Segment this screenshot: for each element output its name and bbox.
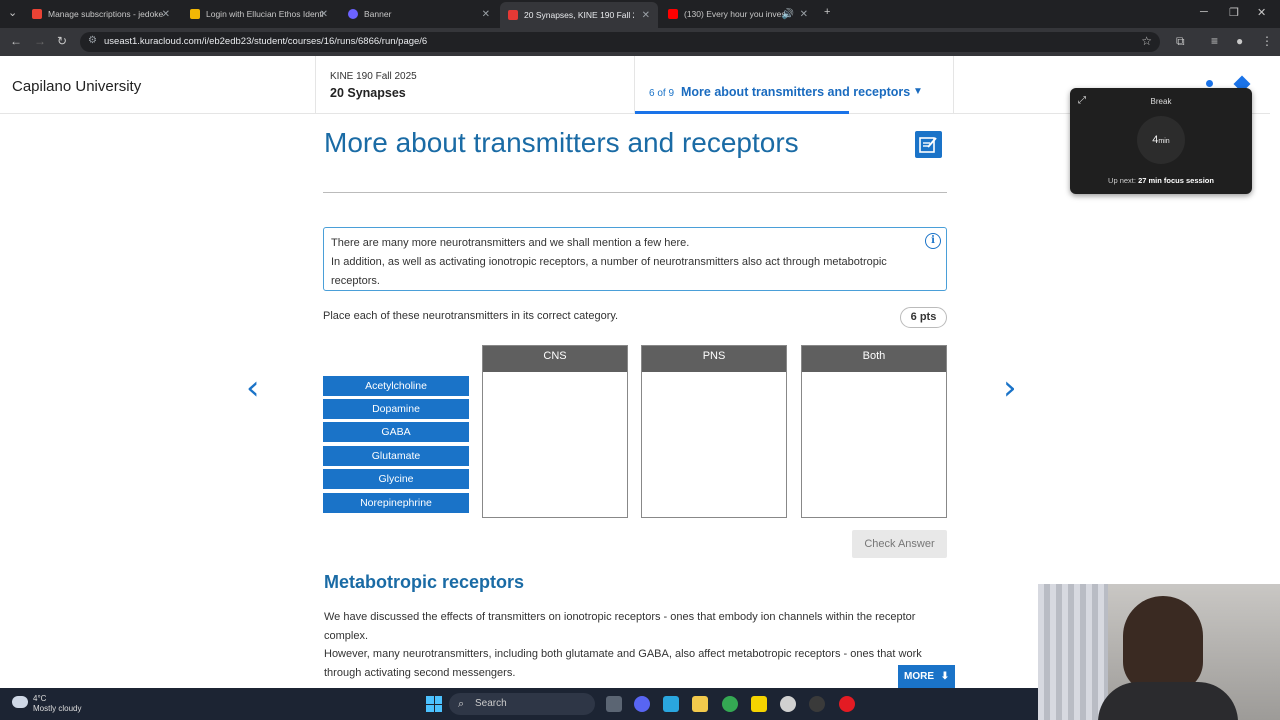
section-title: Metabotropic receptors <box>324 572 525 592</box>
speaker-icon[interactable]: 🔊 <box>782 9 794 20</box>
background-curtain <box>1038 584 1108 720</box>
window-close-icon[interactable]: ✕ <box>1257 6 1266 19</box>
reading-list-icon[interactable]: ≡ <box>1211 34 1218 48</box>
page-selector[interactable]: 6 of 9 More about transmitters and recep… <box>634 56 954 114</box>
close-icon[interactable]: ✕ <box>320 9 328 20</box>
topic-name[interactable]: 20 Synapses <box>330 86 406 100</box>
category-header: CNS <box>483 346 627 372</box>
draggable-item[interactable]: Dopamine <box>323 399 469 419</box>
app-icon[interactable] <box>809 696 825 712</box>
timer-value: 4min <box>1152 134 1170 146</box>
user-icon[interactable] <box>1206 80 1213 87</box>
tab-synapses[interactable]: 20 Synapses, KINE 190 Fall 2025 ✕ <box>500 2 658 28</box>
category-header: PNS <box>642 346 786 372</box>
notes-button[interactable] <box>915 131 942 158</box>
page-count: 6 of 9 <box>649 88 675 99</box>
info-line: In addition, as well as activating ionot… <box>331 256 887 287</box>
category-dropzone-pns[interactable]: PNS <box>641 345 787 518</box>
discord-icon[interactable] <box>634 696 650 712</box>
info-icon[interactable]: i <box>925 233 941 249</box>
taskbar: 4°C Mostly cloudy ⌕ Search <box>0 688 1038 720</box>
copilot-icon[interactable] <box>663 696 679 712</box>
arrow-down-icon: ⬇ <box>940 671 950 682</box>
close-icon[interactable]: ✕ <box>482 9 490 20</box>
clock-icon[interactable] <box>780 696 796 712</box>
browser-tab-bar: ⌄ Manage subscriptions - jedoke ✕ Login … <box>0 0 1280 28</box>
bookmark-star-icon[interactable]: ☆ <box>1141 34 1152 48</box>
site-info-icon[interactable]: ⚙ <box>88 35 97 46</box>
up-next-label: Up next: 27 min focus session <box>1108 176 1214 185</box>
weather-widget[interactable]: 4°C Mostly cloudy <box>12 694 81 714</box>
close-icon[interactable]: ✕ <box>642 10 650 21</box>
gmail-icon <box>32 9 42 19</box>
previous-page-icon[interactable]: ‹ <box>246 368 260 408</box>
taskbar-search[interactable]: ⌕ Search <box>449 693 595 715</box>
next-page-icon[interactable]: › <box>1003 368 1017 408</box>
university-name[interactable]: Capilano University <box>12 78 141 95</box>
caret-down-icon: ▼ <box>913 86 923 97</box>
draggable-item[interactable]: Acetylcholine <box>323 376 469 396</box>
category-dropzone-both[interactable]: Both <box>801 345 947 518</box>
kuracloud-icon <box>508 10 518 20</box>
minimize-icon[interactable]: ─ <box>1200 6 1208 18</box>
tab-youtube[interactable]: (130) Every hour you invest 🔊 ✕ <box>660 4 816 24</box>
notes-icon <box>919 137 937 153</box>
draggable-item[interactable]: Norepinephrine <box>323 493 469 513</box>
page-title: More about transmitters and receptors <box>324 127 799 158</box>
search-icon: ⌕ <box>458 698 465 710</box>
person-body <box>1098 682 1238 720</box>
tab-list-icon[interactable]: ⌄ <box>8 6 17 19</box>
divider <box>315 56 316 114</box>
draggable-item[interactable]: GABA <box>323 422 469 442</box>
ellucian-icon <box>190 9 200 19</box>
menu-icon[interactable]: ⋮ <box>1261 34 1273 48</box>
close-icon[interactable]: ✕ <box>800 9 808 20</box>
course-name: KINE 190 Fall 2025 <box>330 71 417 82</box>
restore-icon[interactable]: ❐ <box>1229 6 1239 19</box>
task-view-icon[interactable] <box>606 696 622 712</box>
extensions-icon[interactable]: ⧉ <box>1176 34 1185 49</box>
new-tab-icon[interactable]: + <box>824 6 830 18</box>
youtube-icon <box>668 9 678 19</box>
paragraph: We have discussed the effects of transmi… <box>324 611 916 642</box>
page-selector-title: More about transmitters and receptors <box>681 85 911 99</box>
profile-avatar-icon[interactable]: ● <box>1236 34 1243 48</box>
reload-icon[interactable]: ↻ <box>57 34 67 48</box>
focus-session-widget: ⤢ Break 4min Up next: 27 min focus sessi… <box>1070 88 1252 194</box>
close-icon[interactable]: ✕ <box>162 9 170 20</box>
tab-gmail[interactable]: Manage subscriptions - jedoke ✕ <box>24 4 178 24</box>
tab-banner[interactable]: Banner ✕ <box>340 4 498 24</box>
category-header: Both <box>802 346 946 372</box>
tab-ellucian[interactable]: Login with Ellucian Ethos Identi ✕ <box>182 4 336 24</box>
draggable-item[interactable]: Glutamate <box>323 446 469 466</box>
browser-toolbar: ← → ↻ ⚙ useast1.kuracloud.com/i/eb2edb23… <box>0 28 1280 56</box>
info-box: There are many more neurotransmitters an… <box>323 227 947 291</box>
person-head <box>1123 596 1203 692</box>
paragraph: However, many neurotransmitters, includi… <box>324 648 922 679</box>
page-progress-bar <box>635 111 849 114</box>
banner-icon <box>348 9 358 19</box>
address-bar[interactable]: ⚙ useast1.kuracloud.com/i/eb2edb23/stude… <box>80 32 1160 52</box>
cloud-icon <box>12 696 28 708</box>
file-explorer-icon[interactable] <box>692 696 708 712</box>
start-icon[interactable] <box>426 696 442 712</box>
more-button[interactable]: MORE ⬇ <box>898 665 955 688</box>
focus-title: Break <box>1150 97 1172 106</box>
points-badge: 6 pts <box>900 307 947 328</box>
webcam-overlay <box>1038 584 1280 720</box>
divider <box>323 192 947 193</box>
forward-icon[interactable]: → <box>34 34 46 48</box>
category-dropzone-cns[interactable]: CNS <box>482 345 628 518</box>
back-icon[interactable]: ← <box>10 34 22 48</box>
draggable-item[interactable]: Glycine <box>323 469 469 489</box>
check-answer-button[interactable]: Check Answer <box>852 530 947 558</box>
chrome-icon[interactable] <box>722 696 738 712</box>
info-line: There are many more neurotransmitters an… <box>331 237 690 249</box>
app-icon[interactable] <box>839 696 855 712</box>
sticky-notes-icon[interactable] <box>751 696 767 712</box>
question-instruction: Place each of these neurotransmitters in… <box>323 310 619 322</box>
